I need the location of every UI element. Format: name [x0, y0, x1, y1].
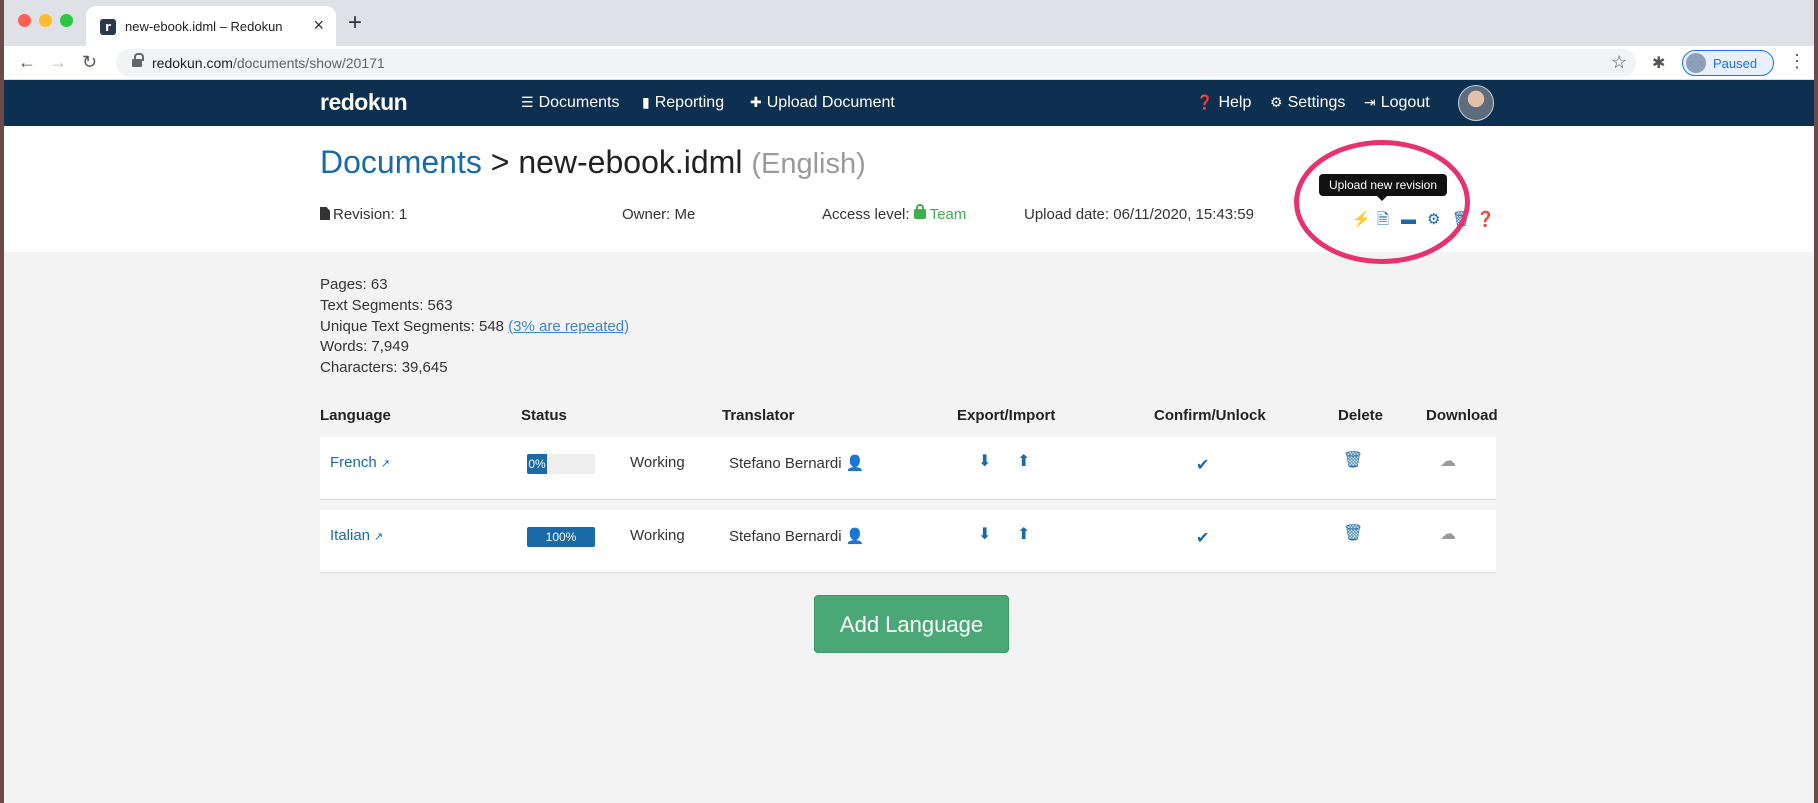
confirm-check-icon[interactable]: ✔	[1196, 458, 1209, 474]
bar-chart-icon: ▮	[642, 94, 650, 110]
export-arrow-down-icon[interactable]: ⬇	[978, 527, 991, 543]
lock-icon	[913, 204, 926, 219]
download-cloud-icon[interactable]: ☁	[1440, 527, 1456, 543]
status-text: Working	[630, 527, 685, 544]
browser-toolbar: ← → ↻ redokun.com/documents/show/20171 ☆	[4, 46, 1814, 80]
delete-trash-icon[interactable]: 🗑	[1343, 453, 1363, 469]
language-link[interactable]: Italian ↗	[330, 527, 383, 544]
tab-close-icon[interactable]: ×	[313, 15, 324, 35]
owner-info: Owner: Me	[622, 206, 696, 223]
help-circle-icon[interactable]: ❓	[1476, 212, 1495, 228]
profile-paused-button[interactable]: Paused	[1682, 50, 1774, 76]
table-row: French ↗ 0% Working Stefano Bernardi 👤 ⬇ …	[320, 437, 1496, 500]
text-segments-stat: Text Segments: 563	[320, 297, 453, 314]
bookmark-star-icon[interactable]: ☆	[1611, 52, 1627, 73]
progress-fill: 0%	[527, 454, 547, 474]
favicon-icon: r	[100, 19, 116, 35]
nav-documents[interactable]: ☰ Documents	[521, 94, 619, 112]
forward-button[interactable]: →	[49, 51, 67, 73]
access-level-info: Access level: Team	[822, 204, 967, 223]
progress-bar: 100%	[527, 527, 595, 547]
words-stat: Words: 7,949	[320, 338, 409, 355]
gear-icon: ⚙	[1270, 94, 1283, 110]
col-delete: Delete	[1338, 407, 1384, 424]
add-language-button[interactable]: Add Language	[814, 595, 1009, 653]
address-bar[interactable]: redokun.com/documents/show/20171 ☆	[116, 49, 1636, 77]
nav-logout[interactable]: ⇥ Logout	[1364, 94, 1430, 112]
breadcrumb-separator: >	[490, 144, 510, 180]
external-link-icon: ↗	[380, 458, 390, 470]
browser-menu-icon[interactable]: ⋮	[1788, 50, 1806, 72]
translator-name: Stefano Bernardi 👤	[729, 455, 865, 472]
table-row: Italian ↗ 100% Working Stefano Bernardi 👤…	[320, 510, 1496, 573]
user-icon[interactable]: 👤	[846, 528, 865, 545]
confirm-check-icon[interactable]: ✔	[1196, 531, 1209, 547]
question-icon: ❓	[1196, 94, 1214, 110]
import-arrow-up-icon[interactable]: ⬆	[1017, 454, 1030, 470]
file-icon	[320, 207, 330, 220]
col-export-import: Export/Import	[957, 407, 1056, 424]
delete-trash-icon[interactable]: 🗑	[1343, 526, 1363, 542]
tab-title: new-ebook.idml – Redokun	[125, 19, 283, 34]
tab-strip: r new-ebook.idml – Redokun × +	[4, 0, 1814, 46]
col-translator: Translator	[722, 407, 795, 424]
nav-reporting[interactable]: ▮ Reporting	[642, 94, 724, 112]
characters-stat: Characters: 39,645	[320, 359, 448, 376]
col-confirm-unlock: Confirm/Unlock	[1154, 407, 1266, 424]
export-arrow-down-icon[interactable]: ⬇	[978, 454, 991, 470]
lock-icon[interactable]	[132, 53, 144, 69]
unique-segments-stat: Unique Text Segments: 548 (3% are repeat…	[320, 318, 630, 335]
status-text: Working	[630, 454, 685, 471]
profile-avatar	[1686, 53, 1706, 73]
breadcrumb-documents-link[interactable]: Documents	[320, 144, 482, 180]
plus-icon: ✚	[750, 94, 762, 110]
browser-window: r new-ebook.idml – Redokun × + ← → ↻ red…	[4, 0, 1814, 803]
extensions-puzzle-icon[interactable]: ✱	[1652, 53, 1665, 73]
back-button[interactable]: ←	[18, 51, 36, 73]
col-download: Download	[1426, 407, 1498, 424]
url-text: redokun.com/documents/show/20171	[152, 55, 385, 71]
server-icon: ☰	[521, 94, 534, 110]
progress-bar: 0%	[527, 454, 595, 474]
upload-date-info: Upload date: 06/11/2020, 15:43:59	[1024, 206, 1254, 223]
profile-label: Paused	[1713, 56, 1758, 71]
close-window-button[interactable]	[18, 14, 31, 27]
breadcrumb: Documents > new-ebook.idml (English)	[320, 144, 866, 181]
repeated-segments-link[interactable]: (3% are repeated)	[508, 318, 629, 335]
translator-name: Stefano Bernardi 👤	[729, 528, 865, 545]
document-language: (English)	[751, 148, 866, 180]
bolt-icon[interactable]: ⚡	[1352, 212, 1371, 228]
progress-fill: 100%	[527, 527, 595, 547]
external-link-icon: ↗	[374, 531, 384, 543]
minimize-window-button[interactable]	[39, 14, 52, 27]
app-navbar: redokun ☰ Documents ▮ Reporting ✚ Upload Do…	[4, 80, 1814, 126]
document-header: Documents > new-ebook.idml (English) Rev…	[4, 126, 1814, 252]
download-cloud-icon[interactable]: ☁	[1440, 454, 1456, 470]
nav-upload-document[interactable]: ✚ Upload Document	[750, 94, 895, 112]
col-status: Status	[521, 407, 567, 424]
nav-help[interactable]: ❓ Help	[1196, 94, 1251, 112]
trash-icon[interactable]: 🗑	[1452, 212, 1471, 228]
maximize-window-button[interactable]	[60, 14, 73, 27]
import-arrow-up-icon[interactable]: ⬆	[1017, 527, 1030, 543]
upload-revision-icon[interactable]: 🗎	[1377, 212, 1389, 228]
logout-icon: ⇥	[1364, 94, 1376, 110]
upload-revision-tooltip: Upload new revision	[1319, 174, 1447, 201]
user-avatar[interactable]	[1458, 85, 1494, 121]
pages-stat: Pages: 63	[320, 276, 388, 293]
redokun-logo[interactable]: redokun	[320, 89, 408, 116]
document-name: new-ebook.idml	[518, 144, 743, 180]
nav-settings[interactable]: ⚙ Settings	[1270, 94, 1345, 112]
revision-info: Revision: 1	[320, 206, 407, 223]
gear-icon[interactable]: ⚙	[1427, 212, 1440, 228]
col-language: Language	[320, 407, 391, 424]
new-tab-button[interactable]: +	[348, 11, 362, 35]
storage-icon[interactable]: ▬	[1401, 212, 1416, 228]
reload-button[interactable]: ↻	[82, 51, 97, 73]
browser-tab[interactable]: r new-ebook.idml – Redokun ×	[86, 6, 336, 46]
language-link[interactable]: French ↗	[330, 454, 390, 471]
user-icon[interactable]: 👤	[846, 455, 865, 472]
